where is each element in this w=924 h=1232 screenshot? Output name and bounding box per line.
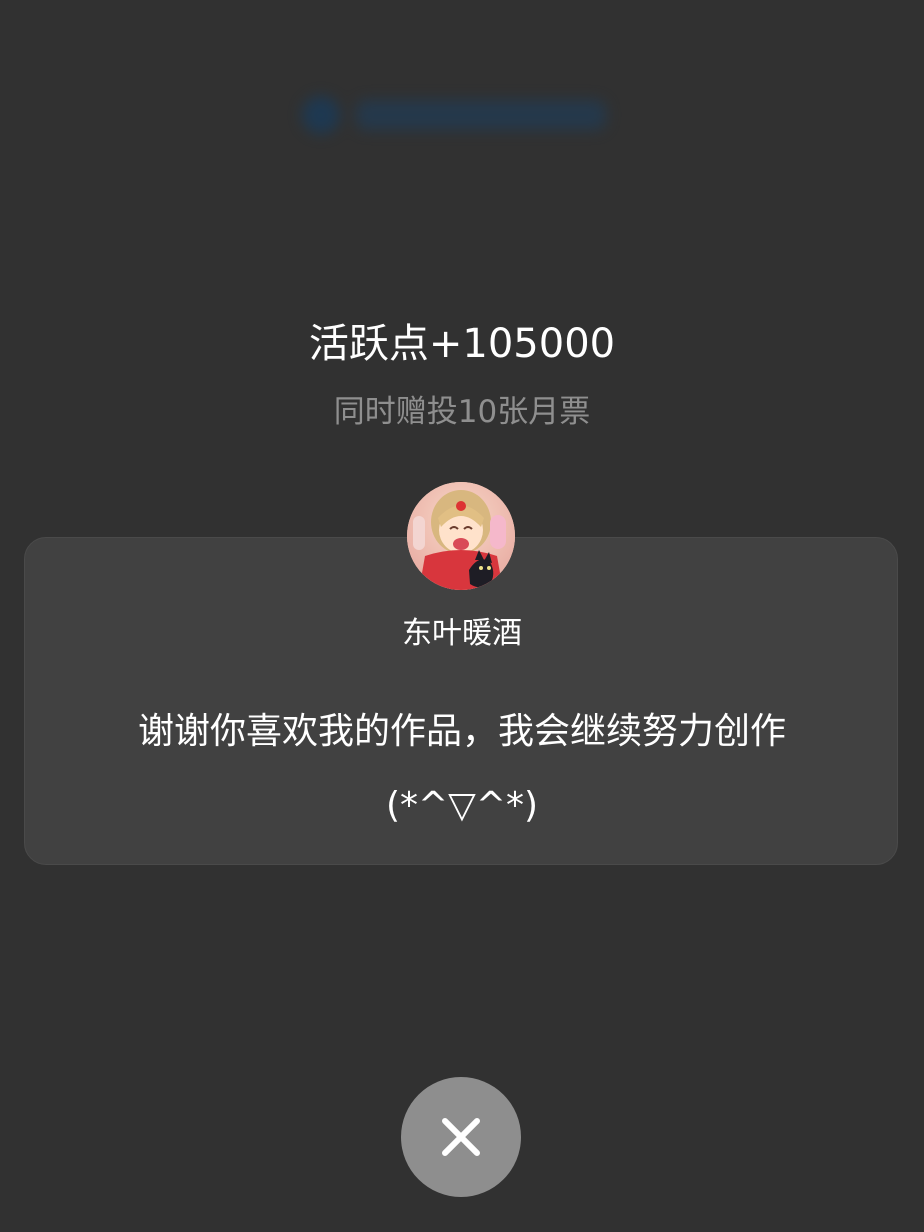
author-avatar-icon — [407, 482, 515, 590]
blurred-reward-badge — [290, 78, 640, 150]
author-thanks-message: 谢谢你喜欢我的作品，我会继续努力创作(*^▽^*) — [137, 711, 786, 826]
author-name: 东叶暖酒 — [402, 616, 522, 651]
close-icon — [442, 1118, 480, 1156]
blurred-badge-icon — [302, 96, 340, 134]
activity-points-title: 活跃点+105000 — [308, 321, 616, 367]
author-avatar — [407, 482, 515, 590]
monthly-ticket-subtitle: 同时赠投10张月票 — [333, 394, 591, 430]
blurred-badge-label — [356, 100, 606, 130]
close-button[interactable] — [401, 1077, 521, 1197]
